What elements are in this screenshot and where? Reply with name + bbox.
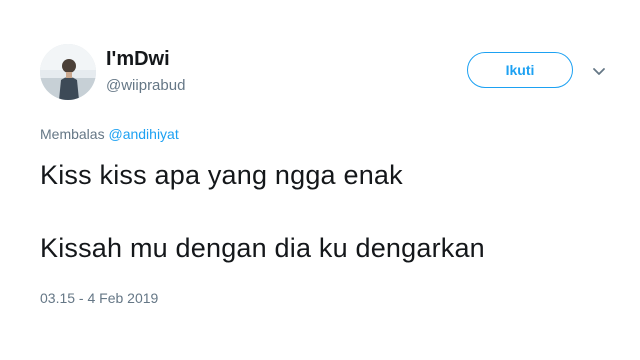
tweet-card: I'mDwi @wiiprabud Ikuti Membalas @andihi…	[0, 0, 640, 360]
tweet-text-line: Kiss kiss apa yang ngga enak	[40, 160, 403, 190]
user-handle[interactable]: @wiiprabud	[106, 77, 185, 94]
replying-to-label: Membalas	[40, 126, 105, 142]
reply-mention-link[interactable]: @andihiyat	[108, 126, 178, 142]
tweet-timestamp[interactable]: 03.15 - 4 Feb 2019	[40, 290, 158, 306]
profile-photo-icon	[40, 44, 96, 100]
display-name[interactable]: I'mDwi	[106, 48, 170, 71]
follow-button[interactable]: Ikuti	[467, 52, 573, 88]
tweet-text-line: Kissah mu dengan dia ku dengarkan	[40, 233, 485, 263]
chevron-down-icon[interactable]	[590, 62, 608, 80]
avatar[interactable]	[40, 44, 96, 100]
replying-to: Membalas @andihiyat	[40, 126, 179, 142]
